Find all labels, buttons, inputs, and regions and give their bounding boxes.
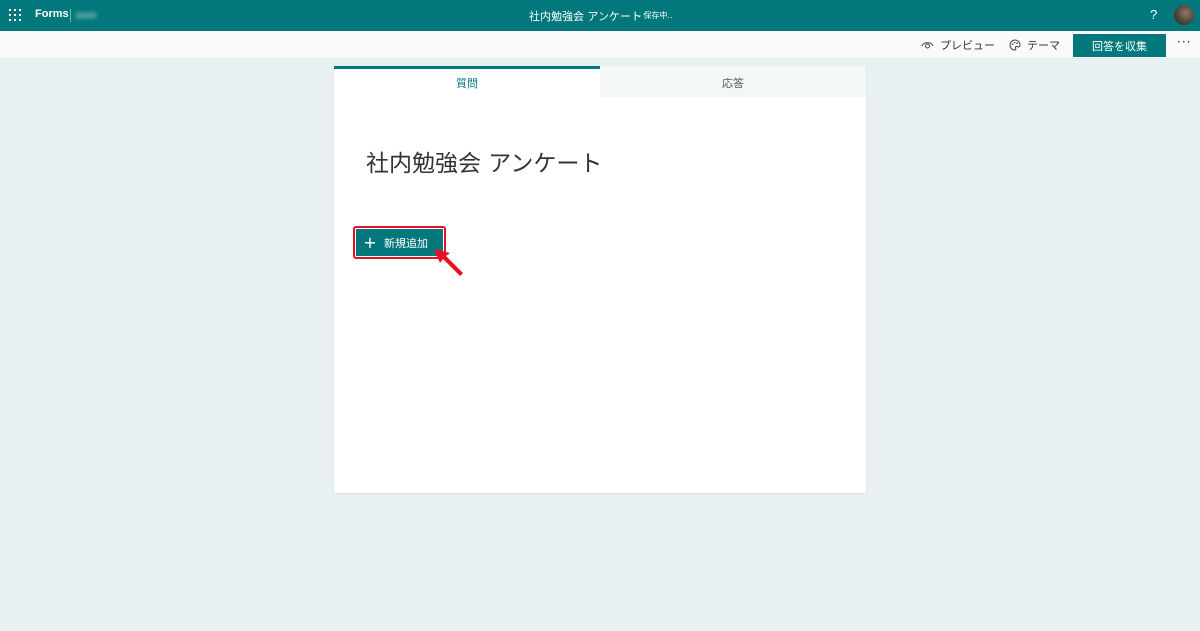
- divider: [70, 9, 71, 22]
- save-status: - 保存中..: [638, 11, 673, 20]
- collect-responses-button[interactable]: 回答を収集: [1073, 34, 1166, 57]
- more-options-icon[interactable]: ···: [1177, 35, 1191, 49]
- toolbar: プレビュー テーマ 回答を収集 ···: [0, 31, 1200, 59]
- app-launcher-icon[interactable]: [9, 9, 21, 21]
- theme-button[interactable]: テーマ: [1009, 31, 1060, 59]
- top-bar: Forms 社内勉強会 アンケート - 保存中.. ?: [0, 0, 1200, 31]
- help-icon[interactable]: ?: [1150, 7, 1157, 22]
- palette-icon: [1009, 39, 1021, 51]
- form-title[interactable]: 社内勉強会 アンケート: [366, 144, 602, 178]
- add-new-button[interactable]: + 新規追加: [356, 229, 443, 256]
- preview-label: プレビュー: [940, 39, 995, 52]
- blurred-account-name: [75, 12, 97, 19]
- preview-button[interactable]: プレビュー: [921, 31, 995, 59]
- arrow-annotation-icon: [434, 249, 463, 276]
- add-new-label: 新規追加: [384, 236, 428, 250]
- avatar[interactable]: [1174, 5, 1194, 25]
- form-card: 質問 応答 社内勉強会 アンケート + 新規追加: [334, 66, 866, 493]
- plus-icon: +: [363, 232, 377, 252]
- theme-label: テーマ: [1027, 39, 1060, 52]
- eye-icon: [921, 42, 934, 49]
- tab-responses[interactable]: 応答: [600, 66, 866, 97]
- tab-questions[interactable]: 質問: [334, 66, 600, 97]
- document-title: 社内勉強会 アンケート: [529, 10, 643, 23]
- app-name[interactable]: Forms: [35, 8, 69, 20]
